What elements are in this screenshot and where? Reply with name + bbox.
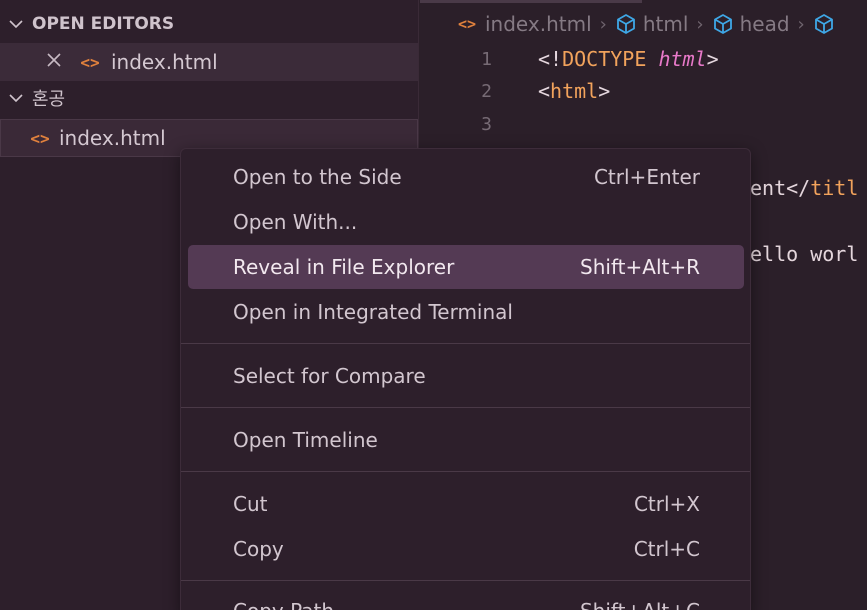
code-token: ent</ — [750, 176, 811, 200]
menu-separator — [181, 343, 750, 344]
menu-item-shortcut: Shift+Alt+C — [580, 599, 700, 610]
code-token: titl — [810, 176, 859, 200]
code-token: DOCTYPE — [562, 47, 647, 71]
close-icon[interactable] — [45, 50, 67, 75]
menu-item-shortcut: Ctrl+X — [633, 492, 700, 516]
menu-item-label: Open Timeline — [233, 428, 378, 452]
folder-header[interactable]: 혼공 — [0, 82, 418, 114]
symbol-cube-icon — [713, 14, 732, 34]
menu-separator — [181, 580, 750, 581]
html-file-icon: <> — [80, 52, 100, 72]
code-token: html — [550, 79, 599, 103]
chevron-down-icon — [0, 16, 32, 32]
menu-item-open-in-terminal[interactable]: Open in Integrated Terminal — [188, 290, 744, 334]
breadcrumb-item-file[interactable]: index.html — [485, 12, 592, 36]
line-number: 1 — [481, 48, 492, 70]
open-editor-filename: index.html — [111, 50, 218, 74]
code-token: html — [658, 47, 707, 71]
code-token: <! — [538, 47, 563, 71]
breadcrumb-item-head[interactable]: head — [740, 12, 790, 36]
menu-item-open-timeline[interactable]: Open Timeline — [188, 418, 744, 462]
menu-item-label: Reveal in File Explorer — [233, 255, 455, 279]
folder-name: 혼공 — [32, 89, 66, 110]
context-menu: Open to the Side Ctrl+Enter Open With...… — [180, 148, 751, 610]
menu-item-select-for-compare[interactable]: Select for Compare — [188, 354, 744, 398]
menu-separator — [181, 407, 750, 408]
code-line[interactable]: 3 — [420, 108, 867, 140]
breadcrumb-separator: › — [599, 13, 607, 35]
breadcrumb: <> index.html › html › head › — [455, 8, 841, 40]
menu-separator — [181, 471, 750, 472]
breadcrumb-separator: › — [696, 13, 704, 35]
breadcrumb-item-html[interactable]: html — [643, 12, 689, 36]
menu-item-cut[interactable]: Cut Ctrl+X — [188, 482, 744, 526]
menu-item-label: Open in Integrated Terminal — [233, 300, 513, 324]
open-editors-title: OPEN EDITORS — [32, 14, 175, 34]
symbol-cube-icon — [814, 14, 833, 34]
menu-item-label: Cut — [233, 492, 268, 516]
html-file-icon: <> — [30, 128, 50, 148]
line-number: 2 — [481, 80, 492, 102]
open-editors-header[interactable]: OPEN EDITORS — [0, 8, 418, 40]
code-fragment: ent</titl — [750, 176, 858, 200]
menu-item-shortcut: Ctrl+Enter — [593, 165, 700, 189]
menu-item-label: Open With... — [233, 210, 358, 234]
breadcrumb-separator: › — [797, 13, 805, 35]
menu-item-label: Copy Path — [233, 599, 334, 610]
menu-item-open-to-side[interactable]: Open to the Side Ctrl+Enter — [188, 155, 744, 199]
code-text: <!DOCTYPE html> — [538, 47, 719, 71]
code-fragment: ello worl — [750, 242, 859, 266]
tab-indicator — [420, 0, 642, 3]
menu-item-open-with[interactable]: Open With... — [188, 200, 744, 244]
vscode-window: OPEN EDITORS <> index.html 혼공 <> index.h… — [0, 0, 867, 610]
code-token: > — [706, 47, 719, 71]
menu-item-copy-path[interactable]: Copy Path Shift+Alt+C — [188, 589, 744, 610]
file-tree-filename: index.html — [59, 126, 166, 150]
code-token: < — [538, 79, 551, 103]
html-file-icon: <> — [457, 15, 477, 33]
code-line[interactable]: 2 <html> — [420, 75, 867, 107]
menu-item-shortcut: Ctrl+C — [633, 537, 700, 561]
menu-item-reveal-in-file-explorer[interactable]: Reveal in File Explorer Shift+Alt+R — [188, 245, 744, 289]
code-token: > — [598, 79, 611, 103]
menu-item-label: Copy — [233, 537, 284, 561]
menu-item-label: Select for Compare — [233, 364, 426, 388]
menu-item-copy[interactable]: Copy Ctrl+C — [188, 527, 744, 571]
code-line[interactable]: 1 <!DOCTYPE html> — [420, 43, 867, 75]
chevron-down-icon — [0, 90, 32, 106]
menu-item-shortcut: Shift+Alt+R — [580, 255, 700, 279]
code-text: <html> — [538, 79, 610, 103]
symbol-cube-icon — [616, 14, 635, 34]
line-number: 3 — [481, 113, 492, 135]
menu-item-label: Open to the Side — [233, 165, 402, 189]
open-editor-item[interactable]: <> index.html — [0, 43, 418, 81]
